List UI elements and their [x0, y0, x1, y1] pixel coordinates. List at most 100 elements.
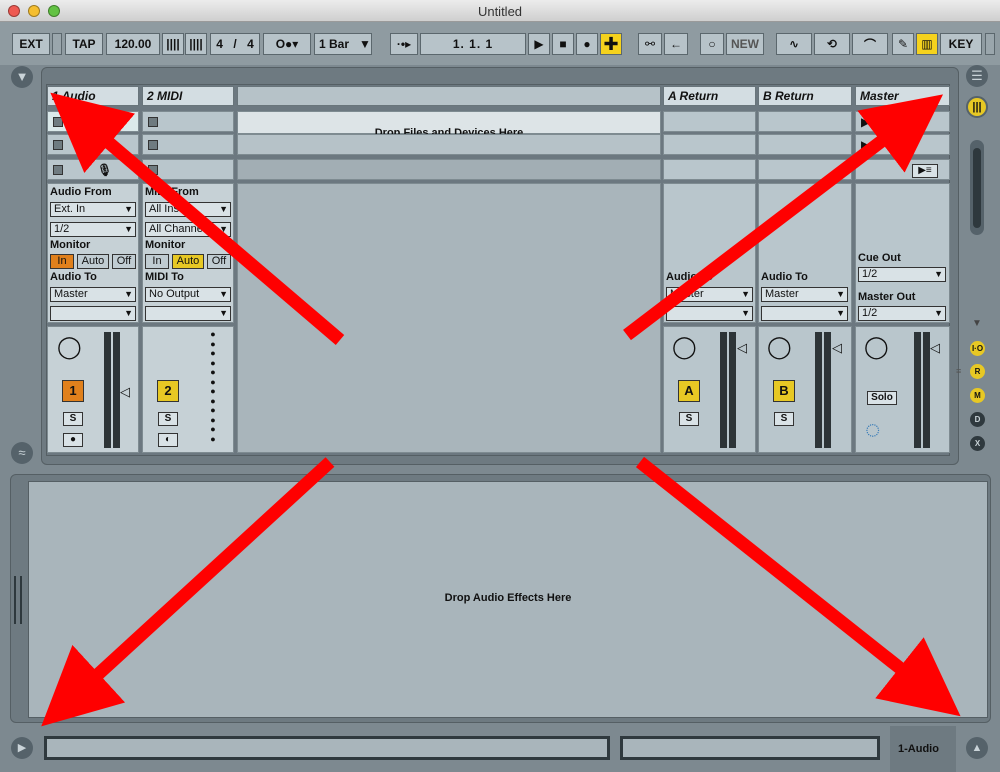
loop-switch-icon[interactable]: ⟲: [814, 33, 850, 55]
stop-all-clips-icon[interactable]: ▶≡: [912, 164, 938, 178]
monitor-label: Monitor: [145, 239, 186, 251]
track-activator-button[interactable]: 1: [62, 380, 84, 402]
audio-to-select[interactable]: Master: [761, 287, 848, 302]
sends-toggle-icon[interactable]: ≡: [956, 366, 961, 376]
groove-pool-icon[interactable]: ≈: [11, 442, 33, 464]
return-activator-button[interactable]: B: [773, 380, 795, 402]
stop-all-icon[interactable]: [53, 165, 63, 175]
pan-knob-icon[interactable]: ◯: [767, 334, 792, 360]
play-icon[interactable]: ▶: [528, 33, 550, 55]
sidechain-field[interactable]: [145, 306, 231, 321]
monitor-auto-button[interactable]: Auto: [172, 254, 204, 269]
delay-toggle-icon[interactable]: D: [970, 412, 985, 427]
solo-button[interactable]: S: [158, 412, 178, 426]
nudge-down-icon[interactable]: ||||: [162, 33, 184, 55]
midi-to-select[interactable]: No Output: [145, 287, 231, 302]
scroll-down-icon[interactable]: ▼: [972, 318, 982, 329]
time-signature-field[interactable]: 4 / 4: [210, 33, 260, 55]
computer-midi-keyboard-icon[interactable]: ▥: [916, 33, 938, 55]
scrollbar-thumb[interactable]: [973, 148, 981, 228]
midi-channel-select[interactable]: All Channels: [145, 222, 231, 237]
arm-record-icon[interactable]: ◐: [158, 433, 178, 447]
scene-play-icon[interactable]: ▶: [861, 115, 870, 129]
solo-button[interactable]: S: [679, 412, 699, 426]
stop-icon[interactable]: ■: [552, 33, 574, 55]
tap-tempo-button[interactable]: TAP: [65, 33, 103, 55]
track-header-b-return[interactable]: B Return: [758, 86, 852, 106]
arm-record-icon[interactable]: ●: [63, 433, 83, 447]
track-header-midi[interactable]: 2 MIDI: [142, 86, 234, 106]
nudge-up-icon[interactable]: ||||: [185, 33, 207, 55]
monitor-in-button[interactable]: In: [50, 254, 74, 269]
punch-out-icon[interactable]: ⌒: [852, 33, 888, 55]
input-channel-select[interactable]: 1/2: [50, 222, 136, 237]
session-view-icon[interactable]: |||: [966, 96, 988, 118]
device-chain-scroll-icon[interactable]: [14, 576, 22, 624]
mixer-toggle-icon[interactable]: M: [970, 388, 985, 403]
sidechain-field[interactable]: [666, 306, 753, 321]
returns-toggle-icon[interactable]: R: [970, 364, 985, 379]
automation-arm-icon[interactable]: ⚯: [638, 33, 662, 55]
audio-to-select[interactable]: Master: [50, 287, 136, 302]
record-icon[interactable]: ●: [576, 33, 598, 55]
cue-out-select[interactable]: 1/2: [858, 267, 946, 282]
clip-stop-icon[interactable]: [148, 117, 158, 127]
clip-stop-icon[interactable]: [53, 140, 63, 150]
track-header-master[interactable]: Master: [855, 86, 950, 106]
microphone-icon[interactable]: 🎙: [97, 163, 112, 177]
tempo-field[interactable]: 120.00: [106, 33, 160, 55]
key-map-button[interactable]: KEY: [940, 33, 982, 55]
audio-from-select[interactable]: Ext. In: [50, 202, 136, 217]
detail-view-toggle-icon[interactable]: ▲: [966, 737, 988, 759]
clip-stop-icon[interactable]: [53, 117, 63, 127]
solo-button[interactable]: S: [774, 412, 794, 426]
draw-mode-pencil-icon[interactable]: ✎: [892, 33, 914, 55]
monitor-off-button[interactable]: Off: [112, 254, 136, 269]
ext-sync-arrow[interactable]: [52, 33, 62, 55]
quantize-select[interactable]: 1 Bar ▼: [314, 33, 372, 55]
browser-toggle-icon[interactable]: ▼: [11, 66, 33, 88]
midi-from-select[interactable]: All Ins: [145, 202, 231, 217]
detail-toggle-icon[interactable]: ▶: [11, 737, 33, 759]
return-activator-button[interactable]: A: [678, 380, 700, 402]
master-out-select[interactable]: 1/2: [858, 306, 946, 321]
sidechain-field[interactable]: [50, 306, 136, 321]
pan-knob-icon[interactable]: ◯: [864, 334, 889, 360]
back-to-arrangement-icon[interactable]: ←: [664, 33, 688, 55]
metronome-icon[interactable]: O●▾: [263, 33, 311, 55]
draw-curve-icon[interactable]: ∿: [776, 33, 812, 55]
monitor-auto-button[interactable]: Auto: [77, 254, 109, 269]
track-header-a-return[interactable]: A Return: [663, 86, 756, 106]
audio-to-select[interactable]: Master: [666, 287, 753, 302]
pan-knob-icon[interactable]: ◯: [672, 334, 697, 360]
volume-fader-icon[interactable]: ◁: [737, 340, 747, 356]
follow-icon[interactable]: ·•▸: [390, 33, 418, 55]
volume-fader-icon[interactable]: ◁: [930, 340, 940, 356]
midi-map-arrow[interactable]: [985, 33, 995, 55]
track-header-audio[interactable]: 1 Audio: [47, 86, 139, 106]
io-toggle-icon[interactable]: I·O: [970, 341, 985, 356]
empty-slot-area: [237, 134, 661, 155]
overdub-plus-icon[interactable]: ✚: [600, 33, 622, 55]
volume-fader-icon[interactable]: ◁: [832, 340, 842, 356]
dropdown-arrow-icon: ▼: [359, 37, 371, 51]
cue-volume-knob-icon[interactable]: ◌: [865, 414, 880, 445]
clip-stop-icon[interactable]: [148, 140, 158, 150]
monitor-off-button[interactable]: Off: [207, 254, 231, 269]
scene-play-icon[interactable]: ▶: [861, 138, 870, 152]
signature-slash: /: [233, 37, 237, 51]
sidechain-field[interactable]: [761, 306, 848, 321]
monitor-in-button[interactable]: In: [145, 254, 169, 269]
solo-cue-button[interactable]: Solo: [867, 391, 897, 405]
crossfader-toggle-icon[interactable]: X: [970, 436, 985, 451]
solo-button[interactable]: S: [63, 412, 83, 426]
arrangement-view-icon[interactable]: ☰: [966, 65, 988, 87]
volume-fader-icon[interactable]: ◁: [120, 384, 130, 400]
pan-knob-icon[interactable]: ◯: [57, 334, 82, 360]
ext-sync-button[interactable]: EXT: [12, 33, 50, 55]
new-scene-button[interactable]: NEW: [726, 33, 764, 55]
track-activator-button[interactable]: 2: [157, 380, 179, 402]
session-record-icon[interactable]: ○: [700, 33, 724, 55]
song-position-field[interactable]: 1. 1. 1: [420, 33, 526, 55]
stop-all-icon[interactable]: [148, 165, 158, 175]
